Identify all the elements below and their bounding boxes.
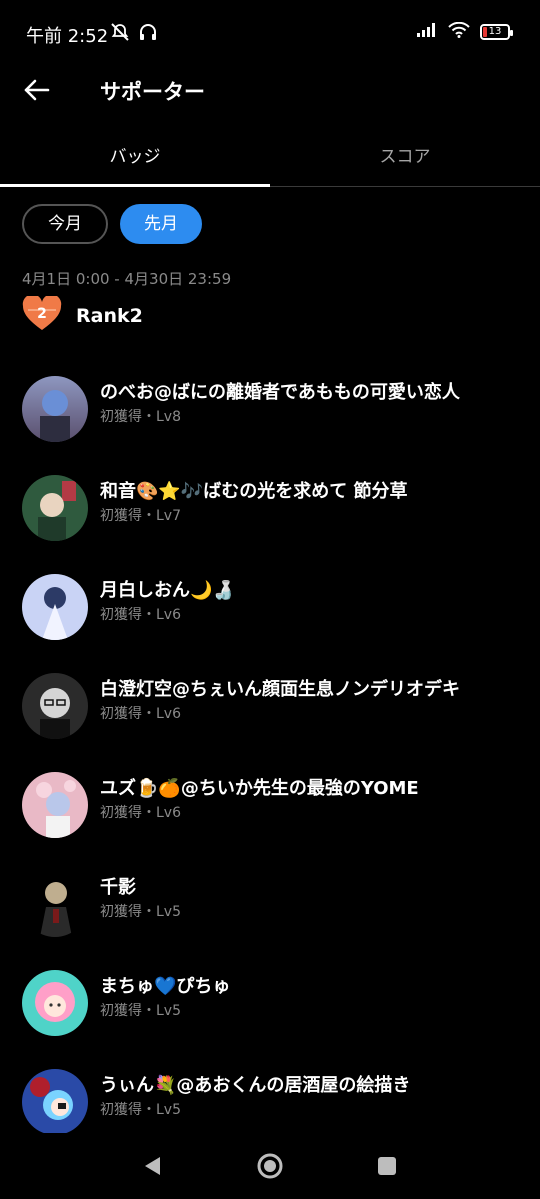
- supporter-name: うぃん💐@あおくんの居酒屋の絵描き: [100, 1075, 411, 1096]
- status-time: 午前 2:52: [26, 26, 109, 47]
- silent-notification-icon: [110, 22, 130, 46]
- month-filter: 今月 先月: [22, 204, 202, 244]
- rank-label: Rank2: [76, 305, 143, 327]
- supporter-level: 初獲得・Lv5: [100, 904, 181, 920]
- tab-score-label: スコア: [379, 147, 431, 167]
- nav-home-icon: [257, 1153, 283, 1179]
- system-nav-bar: [0, 1133, 540, 1199]
- rank-header: 2 Rank2: [22, 294, 143, 336]
- status-left-icons: [110, 22, 158, 46]
- nav-back-button[interactable]: [138, 1151, 168, 1181]
- battery-fill: [483, 27, 487, 37]
- avatar: [22, 574, 88, 640]
- avatar: [22, 673, 88, 739]
- list-item[interactable]: 白澄灯空@ちぇいん顔面生息ノンデリオデキ 初獲得・Lv6: [0, 655, 540, 754]
- avatar: [22, 772, 88, 838]
- back-button[interactable]: [22, 76, 52, 104]
- battery-indicator: 13: [480, 24, 513, 40]
- active-tab-indicator: [0, 184, 270, 187]
- supporter-list: のべお@ばにの離婚者であももの可愛い恋人 初獲得・Lv8 和音🎨⭐🎶ばむの光を求…: [0, 358, 540, 1150]
- nav-recent-button[interactable]: [372, 1151, 402, 1181]
- tab-badge[interactable]: バッジ: [0, 132, 270, 187]
- signal-icon: [416, 22, 438, 42]
- supporter-name: 白澄灯空@ちぇいん顔面生息ノンデリオデキ: [100, 679, 460, 700]
- list-item[interactable]: のべお@ばにの離婚者であももの可愛い恋人 初獲得・Lv8: [0, 358, 540, 457]
- list-item[interactable]: 和音🎨⭐🎶ばむの光を求めて 節分草 初獲得・Lv7: [0, 457, 540, 556]
- tab-badge-label: バッジ: [109, 147, 161, 167]
- this-month-button[interactable]: 今月: [22, 204, 108, 244]
- tab-bar: バッジ スコア: [0, 132, 540, 187]
- avatar: [22, 871, 88, 937]
- supporter-level: 初獲得・Lv5: [100, 1003, 181, 1019]
- list-item[interactable]: 千影 初獲得・Lv5: [0, 853, 540, 952]
- avatar: [22, 970, 88, 1036]
- supporter-level: 初獲得・Lv7: [100, 508, 181, 524]
- supporter-level: 初獲得・Lv5: [100, 1102, 181, 1118]
- supporter-level: 初獲得・Lv6: [100, 706, 181, 722]
- list-item[interactable]: 月白しおん🌙🍶 初獲得・Lv6: [0, 556, 540, 655]
- list-item[interactable]: ユズ🍺🍊@ちいか先生の最強のYOME 初獲得・Lv6: [0, 754, 540, 853]
- nav-home-button[interactable]: [255, 1151, 285, 1181]
- supporter-name: まちゅ💙ぴちゅ: [100, 976, 231, 997]
- nav-recent-icon: [378, 1157, 396, 1175]
- page-title: サポーター: [100, 80, 205, 104]
- avatar: [22, 1069, 88, 1135]
- supporter-level: 初獲得・Lv6: [100, 607, 181, 623]
- rank-badge-number: 2: [37, 306, 47, 322]
- battery-level: 13: [488, 26, 502, 37]
- wifi-icon: [448, 21, 470, 42]
- avatar: [22, 475, 88, 541]
- status-bar: 午前 2:52 13: [0, 0, 540, 66]
- header: サポーター: [0, 66, 540, 114]
- avatar: [22, 376, 88, 442]
- supporter-level: 初獲得・Lv8: [100, 409, 181, 425]
- supporter-name: 千影: [100, 877, 136, 898]
- supporter-level: 初獲得・Lv6: [100, 805, 181, 821]
- tab-score[interactable]: スコア: [270, 132, 540, 186]
- last-month-button[interactable]: 先月: [120, 204, 202, 244]
- headphones-icon: [138, 22, 158, 46]
- status-right-icons: 13: [416, 21, 513, 42]
- supporter-name: ユズ🍺🍊@ちいか先生の最強のYOME: [100, 778, 419, 799]
- list-item[interactable]: まちゅ💙ぴちゅ 初獲得・Lv5: [0, 952, 540, 1051]
- back-arrow-icon: [24, 79, 50, 101]
- heart-badge-icon: 2: [22, 294, 62, 336]
- supporter-name: 和音🎨⭐🎶ばむの光を求めて 節分草: [100, 481, 408, 502]
- date-range: 4月1日 0:00 - 4月30日 23:59: [22, 270, 232, 288]
- nav-back-icon: [145, 1157, 160, 1175]
- supporter-name: 月白しおん🌙🍶: [100, 580, 235, 601]
- supporter-name: のべお@ばにの離婚者であももの可愛い恋人: [100, 382, 460, 403]
